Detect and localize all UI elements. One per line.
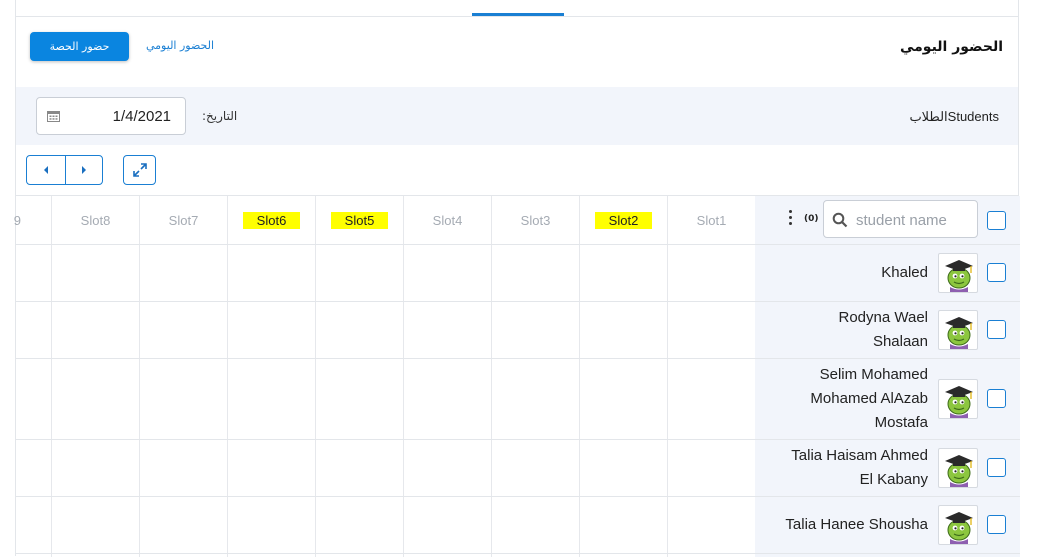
slot-header-2: Slot2 [579,196,667,244]
page-title: الحضور اليومي [899,39,1003,55]
daily-attendance-link[interactable]: الحضور اليومي [146,39,214,52]
chevron-right-icon [81,166,86,174]
column-divider [227,244,228,557]
column-divider [403,244,404,557]
date-value: 1/4/2021 [112,108,171,125]
slot-label: Slot2 [594,211,653,229]
slot-header-7: Slot7 [139,196,227,244]
row-divider [16,553,1020,554]
column-divider [667,244,668,557]
slot-header-5: Slot5 [315,196,403,244]
class-attendance-button[interactable]: حضور الحصة [30,32,129,61]
slot-label: Slot6 [242,211,301,229]
expand-icon [132,163,147,177]
student-name-line: Rodyna Wael [838,308,929,326]
chevron-left-icon [43,166,48,174]
student-name: Rodyna Wael Shalaan [839,306,929,354]
expand-button[interactable] [123,155,156,185]
filter-bar: الطلابStudents التاريخ: 1/4/2021 [16,87,1018,145]
student-checkbox[interactable] [987,388,1006,408]
student-avatar [938,309,978,350]
students-label: الطلابStudents [909,109,999,124]
slot-label: Slot5 [330,211,389,229]
student-name-line: Talia Haisam Ahmed [791,446,928,464]
student-name: Selim Mohamed Mohamed AlAzab Mostafa [810,363,928,435]
slot-label: Slot8 [80,212,111,228]
student-name-line: El Kabany [859,470,928,488]
student-name-line: Khaled [881,263,928,281]
search-icon [832,212,848,228]
student-avatar-icon [945,454,973,487]
slot-pager [26,155,103,185]
student-row: Talia Hanee Shousha [755,496,1020,553]
prev-slots-button[interactable] [27,156,65,184]
slot-header-partial: 9 [13,212,21,228]
calendar-icon [47,111,60,122]
select-all-checkbox[interactable] [987,211,1006,230]
column-divider [579,244,580,557]
student-avatar-icon [945,511,973,544]
student-name-line: Selim Mohamed [819,365,928,383]
slot-header-6: Slot6 [227,196,315,244]
student-row: Selim Mohamed Mohamed AlAzab Mostafa [755,358,1020,439]
more-options-icon[interactable] [787,210,793,228]
top-tab-strip [16,0,1018,17]
slot-header-8: Slot8 [51,196,139,244]
student-name-line: Mostafa [874,413,928,431]
student-name: Khaled [881,261,928,285]
student-name-line: Talia Hanee Shousha [785,515,928,533]
student-name-line: Shalaan [872,332,928,350]
student-avatar [938,504,978,545]
slot-header-1: Slot1 [667,196,755,244]
student-checkbox[interactable] [987,262,1006,282]
student-search-box [823,200,978,238]
student-search-input[interactable] [856,209,974,231]
header: الحضور اليومي حضور الحصة الحضور اليومي [16,17,1018,87]
student-checkbox[interactable] [987,514,1006,534]
student-avatar [938,378,978,419]
student-row: Rodyna Wael Shalaan [755,301,1020,358]
column-divider [139,244,140,557]
student-row: Khaled [755,244,1020,301]
slot-header-3: Slot3 [491,196,579,244]
column-divider [315,244,316,557]
slot-label: Slot7 [168,212,199,228]
column-divider [491,244,492,557]
student-checkbox[interactable] [987,319,1006,339]
student-avatar [938,252,978,293]
student-checkbox[interactable] [987,457,1006,477]
student-name: Talia Hanee Shousha [785,513,928,537]
slot-header-4: Slot4 [403,196,491,244]
date-label: التاريخ: [202,109,238,123]
student-name: Talia Haisam Ahmed El Kabany [791,444,928,492]
slot-label: Slot1 [696,212,727,228]
column-divider [51,244,52,557]
student-avatar [938,447,978,488]
student-row: Talia Haisam Ahmed El Kabany [755,439,1020,496]
slot-label: Slot4 [432,212,463,228]
student-avatar-icon [945,385,973,418]
student-avatar-icon [945,316,973,349]
student-avatar-icon [945,259,973,292]
student-name-line: Mohamed AlAzab [810,389,928,407]
active-tab-indicator [472,13,564,16]
slot-label: Slot3 [520,212,551,228]
next-slots-button[interactable] [64,156,103,184]
date-field[interactable]: 1/4/2021 [36,97,186,135]
selected-count: (0) [804,214,819,224]
attendance-panel: الحضور اليومي حضور الحصة الحضور اليومي ا… [14,0,1020,557]
attendance-grid: (0) Slot1 Slot2 Slot3 Slot4 Slot5 Slot6 Slot7 S… [14,195,1020,557]
